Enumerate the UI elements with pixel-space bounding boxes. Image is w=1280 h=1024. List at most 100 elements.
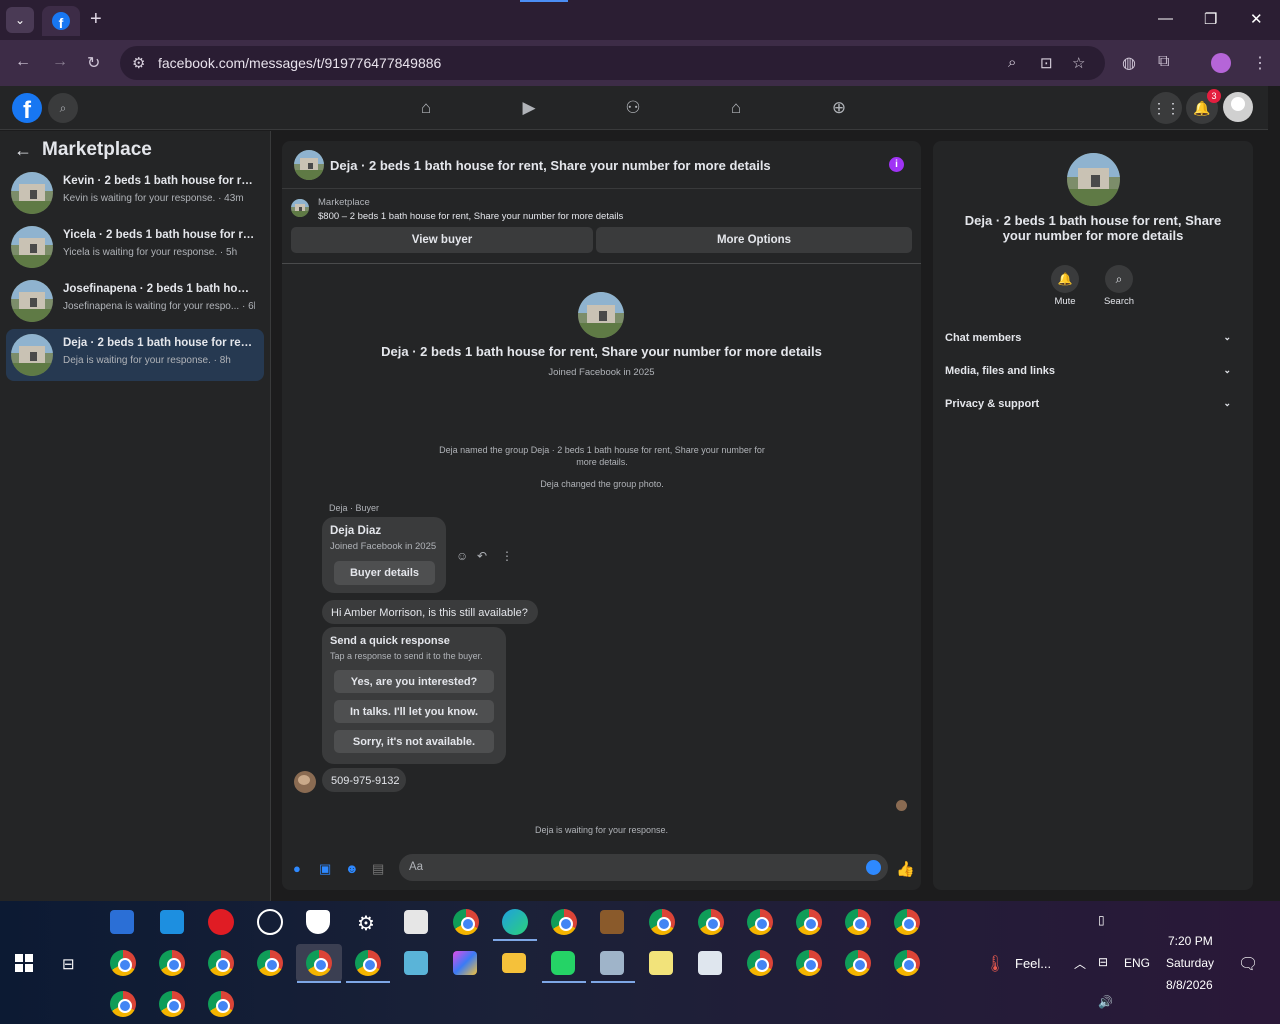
conversation-item[interactable]: Deja · 2 beds 1 bath house for rent... De… bbox=[6, 329, 264, 381]
chrome-profile-icon[interactable] bbox=[110, 991, 136, 1017]
remote-desktop-icon[interactable] bbox=[160, 910, 184, 934]
task-view-icon[interactable]: ⊟ bbox=[62, 955, 75, 973]
message-input[interactable]: Aa bbox=[399, 854, 888, 881]
close-icon[interactable]: ✕ bbox=[1250, 10, 1263, 28]
conversation-item[interactable]: Kevin · 2 beds 1 bath house for ren... Ke… bbox=[6, 167, 264, 219]
windows-start-icon[interactable] bbox=[15, 954, 33, 972]
menu-grid-icon[interactable]: ⋮⋮ bbox=[1150, 92, 1182, 124]
chatgpt-icon[interactable] bbox=[257, 909, 283, 935]
more-options-button[interactable]: More Options bbox=[596, 227, 912, 253]
contacts-app-icon[interactable] bbox=[698, 951, 722, 975]
forward-icon[interactable]: → bbox=[52, 53, 68, 71]
chrome-icon[interactable] bbox=[453, 909, 479, 935]
friends-icon[interactable]: ⚇ bbox=[621, 96, 645, 120]
volume-icon[interactable]: 🔊 bbox=[1098, 995, 1113, 1009]
tab-search-dropdown[interactable]: ⌄ bbox=[6, 7, 34, 33]
chrome-profile-icon[interactable] bbox=[894, 950, 920, 976]
section-media-files-links[interactable]: Media, files and links ⌄ bbox=[945, 365, 1241, 377]
back-icon[interactable]: ← bbox=[15, 53, 31, 71]
sender-avatar[interactable] bbox=[294, 771, 316, 793]
clock-date[interactable]: 8/8/2026 bbox=[1166, 978, 1213, 992]
chrome-profile-icon[interactable] bbox=[649, 909, 675, 935]
group-photo-details[interactable] bbox=[1067, 153, 1120, 206]
restore-icon[interactable]: ❐ bbox=[1204, 10, 1217, 28]
clock-day[interactable]: Saturday bbox=[1166, 956, 1214, 970]
home-icon[interactable]: ⌂ bbox=[414, 96, 438, 120]
marketplace-icon[interactable]: ⌂ bbox=[724, 96, 748, 120]
message-bubble-phone[interactable]: 509-975-9132 bbox=[322, 768, 406, 792]
microphone-icon[interactable]: ● bbox=[293, 861, 301, 876]
vpn-globe-icon[interactable]: ◍ bbox=[1122, 53, 1136, 73]
message-bubble[interactable]: Hi Amber Morrison, is this still availab… bbox=[322, 600, 538, 624]
watch-icon[interactable]: ▶ bbox=[517, 96, 541, 120]
photo-icon[interactable]: ▣ bbox=[319, 861, 331, 877]
opera-icon[interactable] bbox=[208, 909, 234, 935]
like-thumb-icon[interactable]: 👍 bbox=[896, 860, 915, 878]
sticker-icon[interactable]: ☻ bbox=[345, 861, 359, 876]
chrome-profile-icon[interactable] bbox=[208, 991, 234, 1017]
defender-shield-icon[interactable] bbox=[306, 910, 330, 934]
edge-icon[interactable] bbox=[502, 909, 528, 935]
chrome-profile-icon[interactable] bbox=[845, 909, 871, 935]
search-icon[interactable]: ⌕ bbox=[48, 93, 78, 123]
clock-time[interactable]: 7:20 PM bbox=[1168, 934, 1213, 948]
notes-app-icon[interactable] bbox=[649, 951, 673, 975]
listing-thumbnail[interactable] bbox=[291, 199, 309, 217]
quick-reply-button[interactable]: In talks. I'll let you know. bbox=[334, 700, 494, 723]
minimize-icon[interactable]: — bbox=[1158, 10, 1173, 27]
chrome-profile-icon[interactable] bbox=[208, 950, 234, 976]
conversation-item[interactable]: Josefinapena · 2 beds 1 bath house... Jos… bbox=[6, 275, 264, 327]
chrome-profile-icon[interactable] bbox=[306, 950, 332, 976]
chrome-profile-icon[interactable] bbox=[159, 950, 185, 976]
chrome-profile-icon[interactable] bbox=[796, 950, 822, 976]
quick-reply-button[interactable]: Yes, are you interested? bbox=[334, 670, 494, 693]
section-chat-members[interactable]: Chat members ⌄ bbox=[945, 332, 1241, 344]
settings-gear-icon[interactable]: ⚙ bbox=[357, 911, 375, 936]
buyer-details-button[interactable]: Buyer details bbox=[334, 561, 435, 585]
page-scrollbar[interactable] bbox=[1268, 86, 1280, 901]
chrome-profile-icon[interactable] bbox=[796, 909, 822, 935]
chrome-profile-icon[interactable] bbox=[845, 950, 871, 976]
profile-icon[interactable] bbox=[1211, 53, 1231, 73]
photos-app-icon[interactable] bbox=[600, 951, 624, 975]
browser-tab-facebook[interactable]: f bbox=[42, 6, 80, 36]
chrome-profile-icon[interactable] bbox=[894, 909, 920, 935]
weather-text[interactable]: Feel... bbox=[1015, 956, 1051, 971]
install-app-icon[interactable]: ⊡ bbox=[1040, 54, 1053, 72]
browser-menu-icon[interactable]: ⋮ bbox=[1252, 53, 1268, 73]
search-icon[interactable]: ⌕ bbox=[1105, 265, 1133, 293]
listing-title[interactable]: $800 – 2 beds 1 bath house for rent, Sha… bbox=[318, 211, 623, 222]
notepad-app-icon[interactable] bbox=[404, 951, 428, 975]
new-tab-button[interactable]: + bbox=[90, 8, 102, 31]
chrome-profile-icon[interactable] bbox=[110, 950, 136, 976]
react-emoji-icon[interactable]: ☺ bbox=[456, 549, 468, 563]
whatsapp-icon[interactable] bbox=[551, 951, 575, 975]
chrome-profile-icon[interactable] bbox=[355, 950, 381, 976]
facebook-logo-icon[interactable]: f bbox=[12, 93, 42, 123]
file-explorer-icon[interactable] bbox=[502, 953, 526, 973]
gaming-icon[interactable]: ⊕ bbox=[827, 96, 851, 120]
bookmark-star-icon[interactable]: ☆ bbox=[1072, 54, 1085, 72]
site-info-icon[interactable]: ⚙ bbox=[132, 54, 145, 72]
view-buyer-button[interactable]: View buyer bbox=[291, 227, 593, 253]
chrome-profile-icon[interactable] bbox=[747, 950, 773, 976]
store-icon[interactable] bbox=[110, 910, 134, 934]
copilot-icon[interactable] bbox=[453, 951, 477, 975]
zoom-icon[interactable]: ⌕ bbox=[1008, 54, 1016, 71]
mute-bell-icon[interactable]: 🔔 bbox=[1051, 265, 1079, 293]
more-icon[interactable]: ⋮ bbox=[501, 549, 513, 563]
chrome-profile-icon[interactable] bbox=[159, 991, 185, 1017]
info-icon[interactable]: i bbox=[889, 157, 904, 172]
language-indicator[interactable]: ENG bbox=[1124, 956, 1150, 970]
section-privacy-support[interactable]: Privacy & support ⌄ bbox=[945, 398, 1241, 410]
quick-reply-button[interactable]: Sorry, it's not available. bbox=[334, 730, 494, 753]
back-arrow-icon[interactable]: ← bbox=[14, 140, 32, 161]
chrome-profile-icon[interactable] bbox=[747, 909, 773, 935]
solitaire-icon[interactable] bbox=[404, 910, 428, 934]
chrome-profile-icon[interactable] bbox=[698, 909, 724, 935]
network-icon[interactable]: ⊟ bbox=[1098, 955, 1108, 969]
chat-title[interactable]: Deja · 2 beds 1 bath house for rent, Sha… bbox=[330, 158, 771, 173]
extensions-icon[interactable]: ⧉ bbox=[1158, 53, 1169, 71]
chrome-profile-icon[interactable] bbox=[257, 950, 283, 976]
conversation-item[interactable]: Yicela · 2 beds 1 bath house for re... Yi… bbox=[6, 221, 264, 273]
